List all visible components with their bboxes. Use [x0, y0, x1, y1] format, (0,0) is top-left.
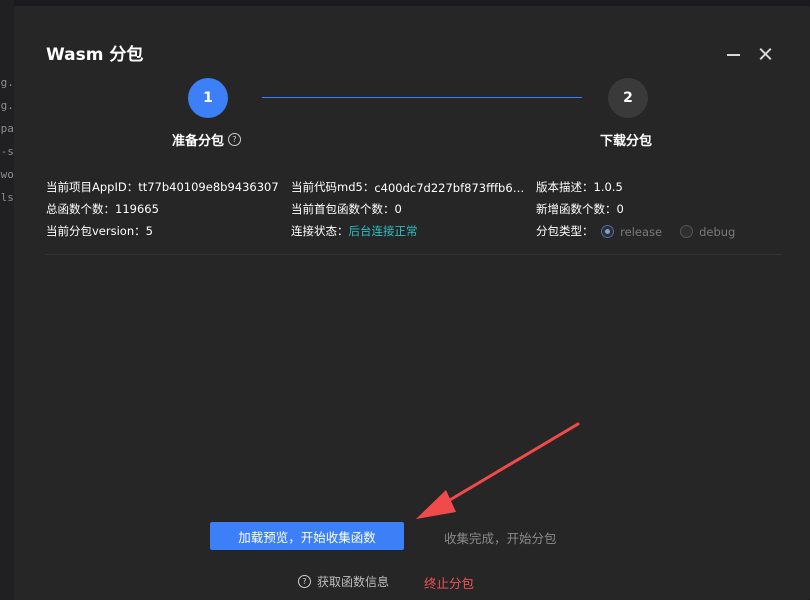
- first-package-functions-value: 0: [394, 202, 402, 216]
- split-type-label: 分包类型：: [536, 224, 594, 238]
- background-text: ig.j: [0, 99, 14, 112]
- wasm-split-dialog: Wasm 分包 1 2 准备分包 ? 下载分包 当前项目AppID：tt77b4…: [14, 6, 810, 600]
- close-button[interactable]: [756, 44, 776, 64]
- appid-value: tt77b40109e8b9436307: [138, 180, 279, 194]
- new-functions-row: 新增函数个数：0: [536, 201, 624, 217]
- help-icon: ?: [298, 575, 311, 588]
- appid-row: 当前项目AppID：tt77b40109e8b9436307: [46, 179, 279, 195]
- split-version-label: 当前分包version：: [46, 224, 146, 238]
- split-type-row: 分包类型： release debug: [536, 223, 747, 239]
- background-text: ig.j: [0, 76, 14, 89]
- minimize-button[interactable]: [724, 44, 744, 64]
- step-2-indicator: 2: [608, 78, 648, 118]
- help-icon[interactable]: ?: [228, 133, 242, 146]
- get-function-info-label: 获取函数信息: [317, 575, 390, 589]
- background-text: spa: [0, 122, 14, 135]
- first-package-functions-row: 当前首包函数个数：0: [291, 201, 402, 217]
- radio-debug-dot[interactable]: [680, 225, 694, 238]
- version-desc-value: 1.0.5: [593, 180, 623, 194]
- md5-label: 当前代码md5：: [291, 180, 375, 194]
- connection-status-row: 连接状态：后台连接正常: [291, 223, 418, 239]
- total-functions-label: 总函数个数：: [46, 202, 115, 216]
- split-version-row: 当前分包version：5: [46, 223, 153, 239]
- md5-row: 当前代码md5：c400dc7d227bf873fffb638...: [291, 179, 524, 195]
- connection-status-value: 后台连接正常: [348, 224, 418, 238]
- radio-release[interactable]: release: [601, 225, 662, 239]
- first-package-functions-label: 当前首包函数个数：: [291, 202, 395, 216]
- step-2-label: 下载分包: [600, 134, 653, 149]
- version-desc-label: 版本描述：: [536, 180, 594, 194]
- radio-release-dot[interactable]: [601, 225, 615, 238]
- version-desc-row: 版本描述：1.0.5: [536, 179, 623, 195]
- get-function-info-link[interactable]: ? 获取函数信息: [298, 573, 389, 590]
- background-text: n-s: [0, 145, 14, 158]
- background-window: ig.j ig.j spa n-s ewo ols: [0, 0, 14, 600]
- start-collect-button[interactable]: 加载预览，开始收集函数: [210, 522, 404, 550]
- step-connector: [262, 97, 582, 98]
- md5-value: c400dc7d227bf873fffb638...: [374, 181, 525, 195]
- step-1-label: 准备分包 ?: [172, 130, 242, 149]
- minimize-icon: [727, 54, 740, 56]
- stop-split-link[interactable]: 终止分包: [424, 573, 474, 592]
- split-version-value: 5: [145, 224, 153, 238]
- background-text: ols: [0, 191, 14, 204]
- step-1-indicator: 1: [188, 78, 228, 118]
- connection-status-label: 连接状态：: [291, 224, 349, 238]
- radio-debug-label: debug: [699, 224, 736, 239]
- section-divider: [46, 254, 782, 255]
- radio-debug[interactable]: debug: [680, 225, 735, 239]
- total-functions-value: 119665: [115, 202, 159, 216]
- dialog-title: Wasm 分包: [46, 45, 144, 65]
- step-1-label-text: 准备分包: [172, 134, 225, 149]
- total-functions-row: 总函数个数：119665: [46, 201, 159, 217]
- start-split-button[interactable]: 收集完成，开始分包: [444, 528, 557, 547]
- new-functions-value: 0: [616, 202, 624, 216]
- new-functions-label: 新增函数个数：: [536, 202, 617, 216]
- appid-label: 当前项目AppID：: [46, 180, 139, 194]
- background-text: ewo: [0, 168, 14, 181]
- split-type-radio-group: release debug: [601, 225, 747, 239]
- radio-release-label: release: [620, 224, 663, 239]
